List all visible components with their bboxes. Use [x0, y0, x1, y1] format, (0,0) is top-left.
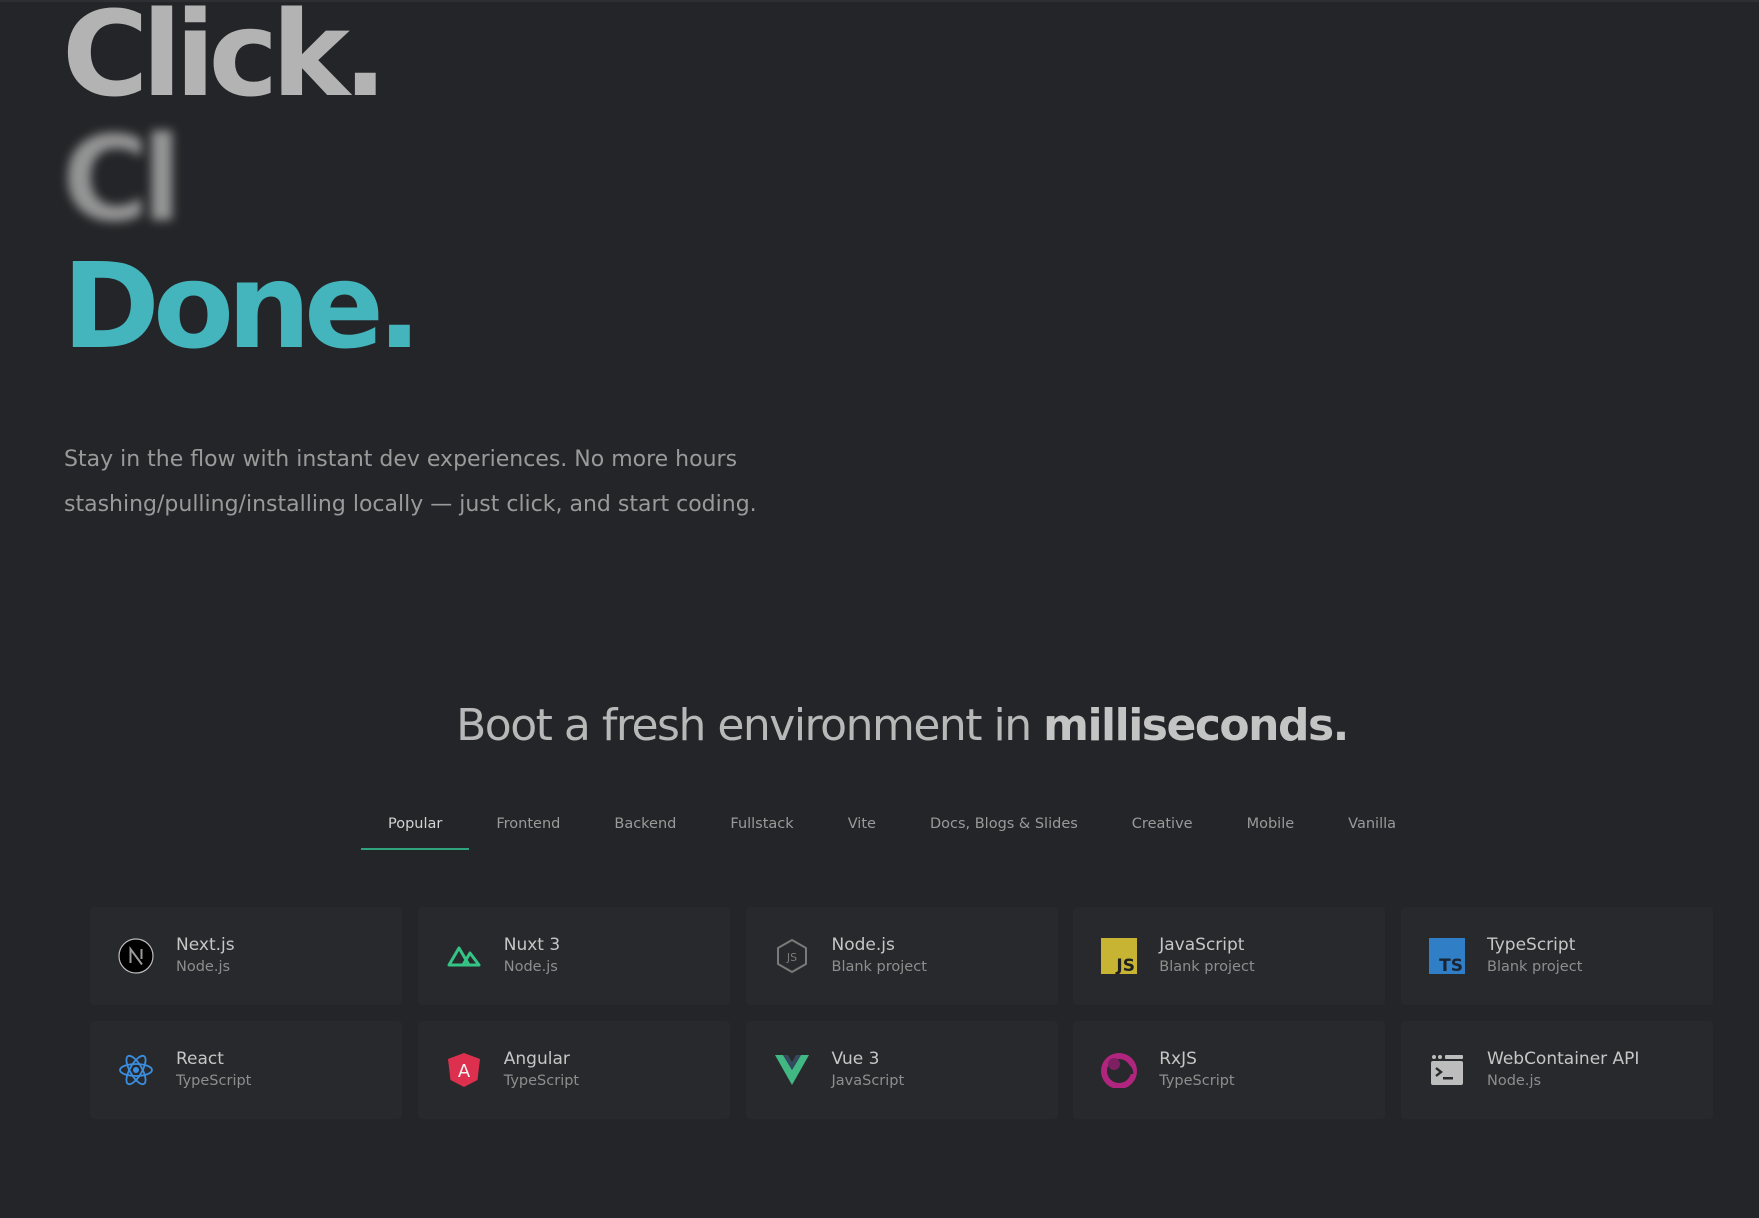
nodejs-icon: JS	[774, 938, 810, 974]
template-name: Node.js	[831, 935, 895, 955]
tab-docs-blogs-slides[interactable]: Docs, Blogs & Slides	[903, 804, 1105, 850]
template-card-nuxt[interactable]: Nuxt 3 Node.js	[417, 907, 730, 1005]
svg-text:JS: JS	[1116, 956, 1136, 974]
template-runtime: Blank project	[1487, 959, 1583, 975]
template-runtime: JavaScript	[831, 1073, 905, 1089]
rxjs-icon	[1101, 1052, 1138, 1088]
template-runtime: Node.js	[176, 959, 231, 975]
template-card-react[interactable]: React TypeScript	[90, 1021, 402, 1119]
template-card-nodejs[interactable]: JS Node.js Blank project	[745, 907, 1058, 1005]
template-runtime: Node.js	[1487, 1073, 1542, 1089]
template-name: Nuxt 3	[503, 935, 561, 955]
template-name: JavaScript	[1159, 935, 1245, 955]
template-card-typescript[interactable]: TS TypeScript Blank project	[1401, 907, 1713, 1005]
nextjs-icon	[118, 938, 154, 974]
tab-frontend[interactable]: Frontend	[469, 804, 587, 850]
svg-text:TS: TS	[1439, 956, 1463, 974]
boot-heading: Boot a fresh environment in milliseconds…	[0, 700, 1759, 751]
template-runtime: Blank project	[831, 959, 927, 975]
template-card-nextjs[interactable]: Next.js Node.js	[90, 907, 402, 1005]
tab-backend[interactable]: Backend	[587, 804, 703, 850]
hero-line-animating: Cl	[62, 110, 182, 248]
template-runtime: TypeScript	[1159, 1073, 1235, 1089]
tab-mobile[interactable]: Mobile	[1220, 804, 1322, 850]
template-category-tabs: Popular Frontend Backend Fullstack Vite …	[361, 804, 1423, 850]
vue-icon	[774, 1052, 810, 1088]
template-runtime: TypeScript	[503, 1073, 580, 1089]
boot-heading-regular: Boot a fresh environment in	[456, 700, 1044, 751]
hero-line-click: Click.	[62, 0, 388, 123]
template-name: TypeScript	[1487, 935, 1576, 955]
tab-vanilla[interactable]: Vanilla	[1321, 804, 1423, 850]
nuxt-icon	[446, 938, 482, 974]
template-name: RxJS	[1159, 1049, 1197, 1069]
react-icon	[118, 1052, 154, 1088]
svg-text:A: A	[458, 1061, 471, 1082]
template-card-angular[interactable]: A Angular TypeScript	[417, 1021, 730, 1119]
template-grid: Next.js Node.js Nuxt 3 Node.js JS Node.j…	[90, 907, 1713, 1119]
template-card-rxjs[interactable]: RxJS TypeScript	[1073, 1021, 1386, 1119]
hero-line-done: Done.	[62, 237, 422, 375]
svg-text:JS: JS	[785, 951, 796, 964]
template-name: Next.js	[176, 935, 235, 955]
template-runtime: Node.js	[503, 959, 558, 975]
angular-icon: A	[446, 1052, 482, 1088]
javascript-icon: JS	[1101, 938, 1138, 974]
template-name: Vue 3	[831, 1049, 880, 1069]
template-name: Angular	[503, 1049, 570, 1069]
tab-creative[interactable]: Creative	[1105, 804, 1220, 850]
tab-vite[interactable]: Vite	[821, 804, 903, 850]
template-runtime: Blank project	[1159, 959, 1255, 975]
template-card-vue[interactable]: Vue 3 JavaScript	[745, 1021, 1058, 1119]
terminal-icon	[1429, 1052, 1465, 1088]
typescript-icon: TS	[1429, 938, 1465, 974]
tab-fullstack[interactable]: Fullstack	[703, 804, 820, 850]
template-runtime: TypeScript	[176, 1073, 252, 1089]
page: Click. Cl Done. Stay in the flow with in…	[0, 0, 1759, 1218]
template-name: WebContainer API	[1487, 1049, 1640, 1069]
template-card-webcontainer-api[interactable]: WebContainer API Node.js	[1401, 1021, 1713, 1119]
hero-subtitle: Stay in the flow with instant dev experi…	[64, 447, 757, 517]
template-card-javascript[interactable]: JS JavaScript Blank project	[1073, 907, 1386, 1005]
boot-heading-bold: milliseconds.	[1043, 700, 1349, 751]
tab-popular[interactable]: Popular	[361, 804, 470, 850]
template-name: React	[176, 1049, 224, 1069]
